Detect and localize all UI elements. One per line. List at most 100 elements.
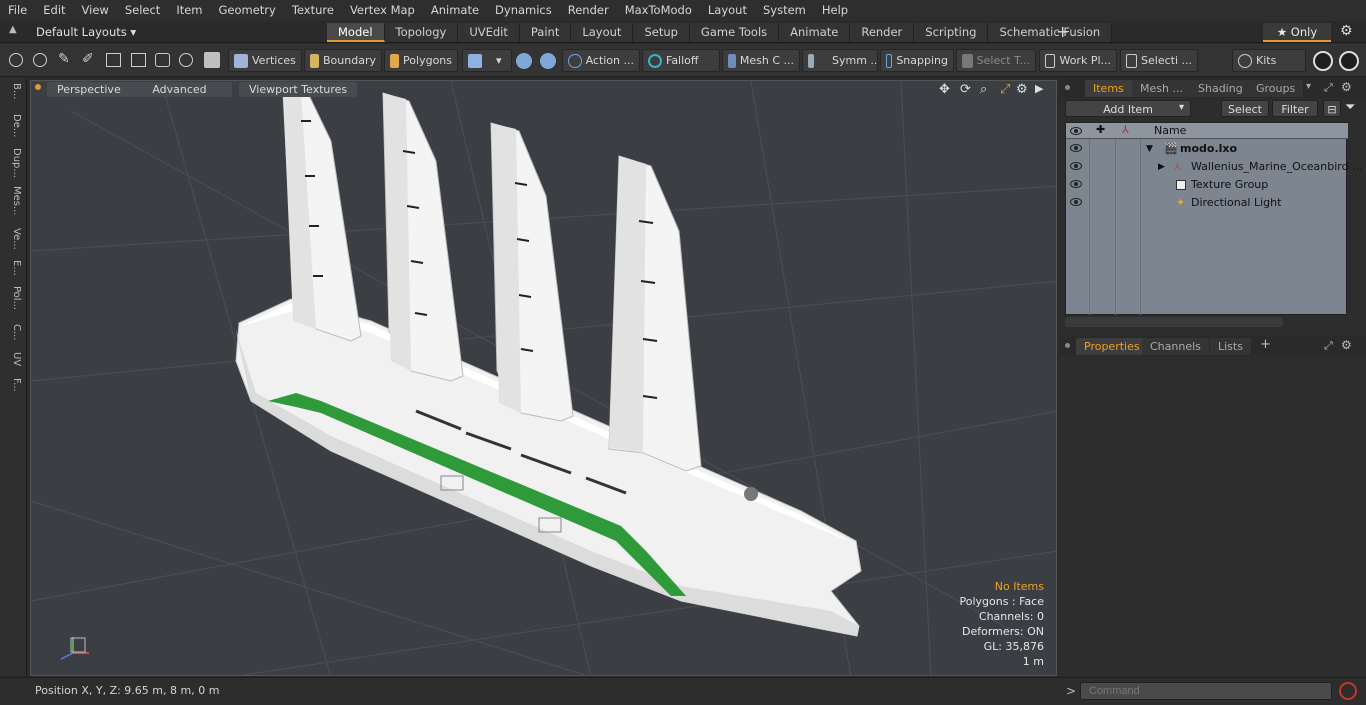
strip-tab-basic[interactable]: B... (4, 83, 22, 99)
list-item[interactable]: Texture Group (1066, 176, 1348, 194)
expand-arrow-icon[interactable]: ▶ (1158, 158, 1165, 176)
menu-select[interactable]: Select (117, 0, 168, 21)
boundary-button[interactable]: Boundary (304, 49, 382, 72)
symmetry-button[interactable]: Symm ... (802, 49, 878, 72)
falloff-button[interactable]: Falloff (642, 49, 720, 72)
items-scrollbar[interactable] (1065, 317, 1283, 327)
mesh-constraint-button[interactable]: Mesh C ... (722, 49, 800, 72)
menu-item[interactable]: Item (168, 0, 210, 21)
tab-groups[interactable]: Groups (1248, 80, 1304, 97)
tab-scripting[interactable]: Scripting (914, 23, 989, 42)
expand-arrow-icon[interactable]: ▼ (1146, 140, 1153, 158)
rotate-view-icon[interactable]: ⟳ (960, 82, 971, 97)
add-item-dropdown-icon[interactable]: ▾ (1179, 102, 1184, 113)
menu-dynamics[interactable]: Dynamics (487, 0, 560, 21)
menu-vertex-map[interactable]: Vertex Map (342, 0, 423, 21)
select-button[interactable]: Select (1221, 100, 1269, 117)
selection-sets-button[interactable]: Selecti ... (1120, 49, 1198, 72)
clock-icon[interactable] (179, 53, 193, 67)
menu-edit[interactable]: Edit (35, 0, 73, 21)
menu-texture[interactable]: Texture (284, 0, 342, 21)
3d-viewport[interactable]: Perspective Advanced Viewport Textures ✥… (30, 80, 1057, 676)
viewport-gear-icon[interactable]: ⚙ (1016, 82, 1028, 97)
menu-help[interactable]: Help (814, 0, 856, 21)
eye-icon[interactable] (1070, 198, 1082, 206)
menu-animate[interactable]: Animate (423, 0, 487, 21)
select-through-button[interactable]: Select T... (956, 49, 1036, 72)
strip-tab-uv[interactable]: UV (4, 352, 22, 366)
frame-icon[interactable] (155, 53, 170, 67)
filter-button[interactable]: Filter (1272, 100, 1318, 117)
circle-select-icon[interactable] (9, 53, 23, 67)
menu-maxtomodo[interactable]: MaxToModo (617, 0, 700, 21)
eye-icon[interactable] (1070, 162, 1082, 170)
layout-select[interactable]: Default Layouts ▾ (36, 21, 136, 43)
action-button[interactable]: Action ... (562, 49, 640, 72)
viewport-menu-arrow-icon[interactable]: ▶ (1035, 82, 1043, 95)
add-panel-tab-button[interactable]: + (1260, 337, 1271, 352)
menu-render[interactable]: Render (560, 0, 617, 21)
panel-gear-icon[interactable]: ⚙ (1341, 80, 1352, 94)
strip-tab-curve[interactable]: C... (4, 324, 22, 341)
tab-properties[interactable]: Properties (1076, 338, 1148, 355)
funnel-icon[interactable]: ⏷ (1345, 100, 1355, 115)
shield-icon[interactable] (540, 53, 556, 69)
perspective-button[interactable]: Perspective (47, 82, 131, 97)
eye-icon[interactable] (1070, 144, 1082, 152)
pen-icon[interactable]: ✎ (58, 51, 70, 67)
command-arrow-icon[interactable]: > (1066, 684, 1076, 698)
tab-model[interactable]: Model (327, 23, 385, 42)
strip-tab-deform[interactable]: De... (4, 114, 22, 137)
move-view-icon[interactable]: ✥ (939, 82, 950, 97)
panel-expand-icon[interactable]: ⤢ (1324, 81, 1333, 95)
maximize-view-icon[interactable]: ⤢ (1000, 82, 1010, 97)
viewport-dot-icon[interactable] (35, 84, 41, 90)
cube-icon[interactable] (204, 52, 220, 68)
tab-channels[interactable]: Channels (1142, 338, 1209, 355)
globe-icon[interactable] (33, 53, 47, 67)
list-item[interactable]: ▼ 🎬 modo.lxo (1066, 140, 1348, 158)
tab-uvedit[interactable]: UVEdit (458, 23, 520, 42)
layers-icon[interactable] (106, 53, 121, 67)
menu-file[interactable]: File (0, 0, 35, 21)
tab-animate[interactable]: Animate (779, 23, 851, 42)
tab-setup[interactable]: Setup (633, 23, 690, 42)
add-item-button[interactable]: Add Item (1065, 100, 1191, 117)
only-toggle[interactable]: ★ Only (1263, 23, 1331, 42)
tab-lists[interactable]: Lists (1210, 338, 1251, 355)
strip-tab-mesh-edit[interactable]: Mes... (4, 186, 22, 216)
list-item[interactable]: ✦ Directional Light (1066, 194, 1348, 212)
tab-game-tools[interactable]: Game Tools (689, 23, 780, 42)
menu-layout[interactable]: Layout (700, 0, 755, 21)
tab-topology[interactable]: Topology (384, 23, 459, 42)
vertices-button[interactable]: Vertices (228, 49, 302, 72)
eye-icon[interactable] (1070, 180, 1082, 188)
kits-button[interactable]: Kits (1232, 49, 1306, 72)
tab-mesh[interactable]: Mesh ... (1132, 80, 1191, 97)
strip-tab-edge[interactable]: E... (4, 260, 22, 276)
tabs-dropdown-icon[interactable]: ▾ (1306, 81, 1311, 92)
polygons-button[interactable]: Polygons (384, 49, 458, 72)
tab-paint[interactable]: Paint (519, 23, 572, 42)
command-input[interactable] (1080, 682, 1332, 700)
viewport-scene[interactable] (31, 81, 1057, 676)
unreal-icon[interactable] (1339, 51, 1359, 71)
unity-icon[interactable] (1313, 51, 1333, 71)
grid-icon[interactable] (131, 53, 146, 67)
menu-system[interactable]: System (755, 0, 814, 21)
tab-layout[interactable]: Layout (571, 23, 634, 42)
panel-expand-icon[interactable]: ⤢ (1324, 339, 1333, 353)
layout-collapse-icon[interactable]: ▲ (9, 24, 17, 35)
strip-tab-duplicate[interactable]: Dup... (4, 148, 22, 178)
snapping-button[interactable]: Snapping (880, 49, 954, 72)
strip-tab-vertex[interactable]: Ve... (4, 228, 22, 250)
zoom-view-icon[interactable]: ⌕ (980, 82, 987, 97)
strip-tab-fusion[interactable]: F... (4, 378, 22, 392)
tab-schematic-fusion[interactable]: Schematic Fusion (988, 23, 1113, 42)
tab-render[interactable]: Render (850, 23, 915, 42)
strip-tab-polygon[interactable]: Pol... (4, 286, 22, 310)
menu-view[interactable]: View (74, 0, 117, 21)
menu-geometry[interactable]: Geometry (211, 0, 284, 21)
record-icon[interactable] (1339, 682, 1357, 700)
add-tab-button[interactable]: + (1056, 22, 1069, 41)
